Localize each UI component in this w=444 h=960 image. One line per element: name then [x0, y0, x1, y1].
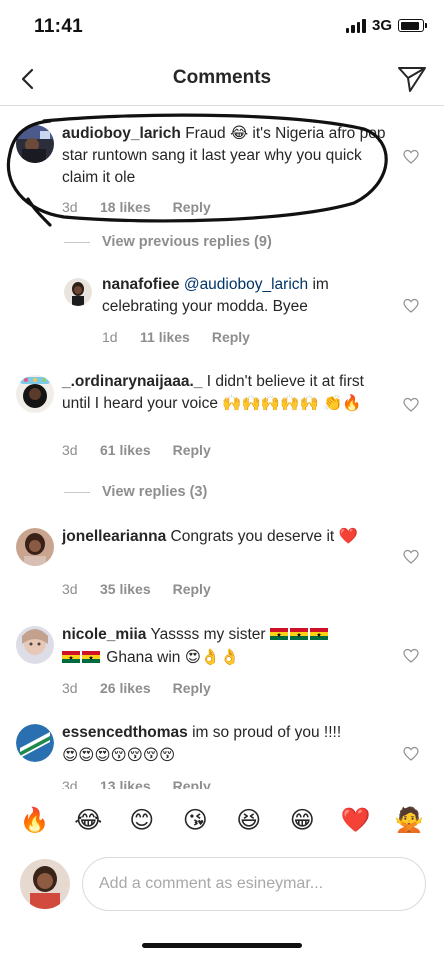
ghana-flag-icon: [82, 651, 100, 663]
comment-text: _.ordinarynaijaaa._ I didn't believe it …: [62, 371, 392, 415]
laughing-emoji-icon[interactable]: 😆: [232, 803, 266, 837]
divider: [64, 241, 90, 243]
grin-emoji-icon[interactable]: 😁: [285, 803, 319, 837]
comment-meta: 3d 26 likes Reply: [62, 680, 211, 696]
view-replies-label: View previous replies (9): [102, 234, 272, 250]
battery-icon: [398, 19, 427, 32]
comment-item: audioboy_larich Fraud 😂 it's Nigeria afr…: [0, 119, 444, 219]
comment-username[interactable]: essencedthomas: [62, 724, 188, 741]
likes-count[interactable]: 35 likes: [100, 581, 151, 597]
reply-button[interactable]: Reply: [173, 778, 211, 789]
ghana-flag-icon: [289, 628, 308, 640]
home-indicator[interactable]: [142, 943, 302, 948]
comment-time: 3d: [62, 581, 78, 597]
avatar[interactable]: [20, 859, 70, 909]
view-previous-replies-link[interactable]: View previous replies (9): [64, 234, 272, 250]
nav-bar: Comments: [0, 52, 444, 106]
view-replies-link[interactable]: View replies (3): [64, 484, 207, 500]
no-gesture-emoji-icon[interactable]: 🙅: [392, 803, 426, 837]
comment-meta: 3d 18 likes Reply: [62, 199, 211, 215]
like-heart-icon[interactable]: [403, 746, 419, 762]
comment-time: 3d: [62, 442, 78, 458]
comment-username[interactable]: audioboy_larich: [62, 125, 181, 142]
reply-button[interactable]: Reply: [173, 680, 211, 696]
comment-username[interactable]: jonellearianna: [62, 528, 166, 545]
kiss-emoji-icon[interactable]: 😘: [178, 803, 212, 837]
comment-username[interactable]: nanafofiee: [102, 276, 180, 293]
comment-time: 3d: [62, 778, 78, 789]
ghana-flag-icon: [269, 628, 288, 640]
comment-body: Yassss my sister: [146, 626, 270, 643]
avatar[interactable]: [16, 724, 54, 762]
direct-send-icon[interactable]: [396, 63, 428, 95]
comment-item: jonellearianna Congrats you deserve it ❤…: [0, 522, 444, 602]
reply-button[interactable]: Reply: [212, 329, 250, 345]
network-label: 3G: [371, 17, 392, 34]
comment-meta: 3d 35 likes Reply: [62, 581, 211, 597]
likes-count[interactable]: 18 likes: [100, 199, 151, 215]
comment-username[interactable]: nicole_miia: [62, 626, 146, 643]
likes-count[interactable]: 26 likes: [100, 680, 151, 696]
view-replies-label: View replies (3): [102, 484, 208, 500]
comment-body-continued: Ghana win: [102, 649, 185, 666]
ghana-flag-icon: [62, 651, 80, 663]
comment-item: nicole_miia Yassss my sister Ghana win 😍…: [0, 620, 444, 700]
like-heart-icon[interactable]: [403, 298, 419, 314]
page-title: Comments: [172, 67, 272, 88]
reply-item: nanafofiee @audioboy_larich im celebrati…: [0, 272, 444, 352]
comment-text: jonellearianna Congrats you deserve it ❤…: [62, 526, 392, 548]
heart-eyes-emoji-icon: 😍😍😍: [62, 746, 111, 764]
comment-text: nanafofiee @audioboy_larich im celebrati…: [102, 274, 402, 318]
joy-emoji-icon[interactable]: 😂: [71, 803, 105, 837]
mention-link[interactable]: @audioboy_larich: [184, 276, 308, 293]
comment-item: essencedthomas im so proud of you !!!! 😍…: [0, 718, 444, 789]
avatar[interactable]: [16, 626, 54, 664]
comment-body: Congrats you deserve it ❤️: [166, 528, 358, 545]
comment-meta: 3d 61 likes Reply: [62, 442, 211, 458]
comment-time: 1d: [102, 329, 118, 345]
like-heart-icon[interactable]: [403, 397, 419, 413]
reply-button[interactable]: Reply: [173, 581, 211, 597]
like-heart-icon[interactable]: [403, 648, 419, 664]
divider: [64, 491, 90, 493]
avatar[interactable]: [16, 528, 54, 566]
add-comment-input[interactable]: [82, 857, 426, 911]
comment-meta: 1d 11 likes Reply: [102, 329, 250, 345]
comment-text: essencedthomas im so proud of you !!!! 😍…: [62, 722, 392, 767]
comment-username[interactable]: _.ordinarynaijaaa._: [62, 373, 202, 390]
comment-text: audioboy_larich Fraud 😂 it's Nigeria afr…: [62, 123, 392, 189]
signal-icon: [345, 18, 366, 33]
status-indicators: 3G: [345, 17, 427, 34]
comment-body: im so proud of you !!!!: [187, 724, 342, 741]
comment-time: 3d: [62, 680, 78, 696]
heart-emoji-icon[interactable]: ❤️: [339, 803, 373, 837]
comment-meta: 3d 13 likes Reply: [62, 778, 211, 789]
like-heart-icon[interactable]: [403, 149, 419, 165]
avatar[interactable]: [64, 278, 92, 306]
ghana-flag-icon: [309, 628, 328, 640]
reply-button[interactable]: Reply: [173, 199, 211, 215]
heart-eyes-emoji-icon: 😍: [184, 648, 201, 666]
comment-time: 3d: [62, 199, 78, 215]
status-time: 11:41: [34, 16, 84, 37]
emoji-quick-bar: 🔥 😂 😊 😘 😆 😁 ❤️ 🙅: [0, 792, 444, 848]
reply-button[interactable]: Reply: [173, 442, 211, 458]
likes-count[interactable]: 13 likes: [100, 778, 151, 789]
comment-composer: [0, 853, 444, 915]
avatar[interactable]: [16, 125, 54, 163]
comment-text: nicole_miia Yassss my sister Ghana win 😍…: [62, 624, 392, 669]
like-heart-icon[interactable]: [403, 549, 419, 565]
likes-count[interactable]: 61 likes: [100, 442, 151, 458]
avatar[interactable]: [16, 375, 54, 413]
fire-emoji-icon[interactable]: 🔥: [18, 803, 52, 837]
ok-hand-emoji-icon: 👌👌: [200, 648, 240, 666]
likes-count[interactable]: 11 likes: [140, 329, 190, 345]
status-bar: 11:41 3G: [0, 0, 444, 52]
comments-list[interactable]: audioboy_larich Fraud 😂 it's Nigeria afr…: [0, 107, 444, 789]
kissing-emoji-icon: 😚😚😚😚: [110, 746, 176, 764]
comment-item: _.ordinarynaijaaa._ I didn't believe it …: [0, 367, 444, 467]
smile-emoji-icon[interactable]: 😊: [125, 803, 159, 837]
